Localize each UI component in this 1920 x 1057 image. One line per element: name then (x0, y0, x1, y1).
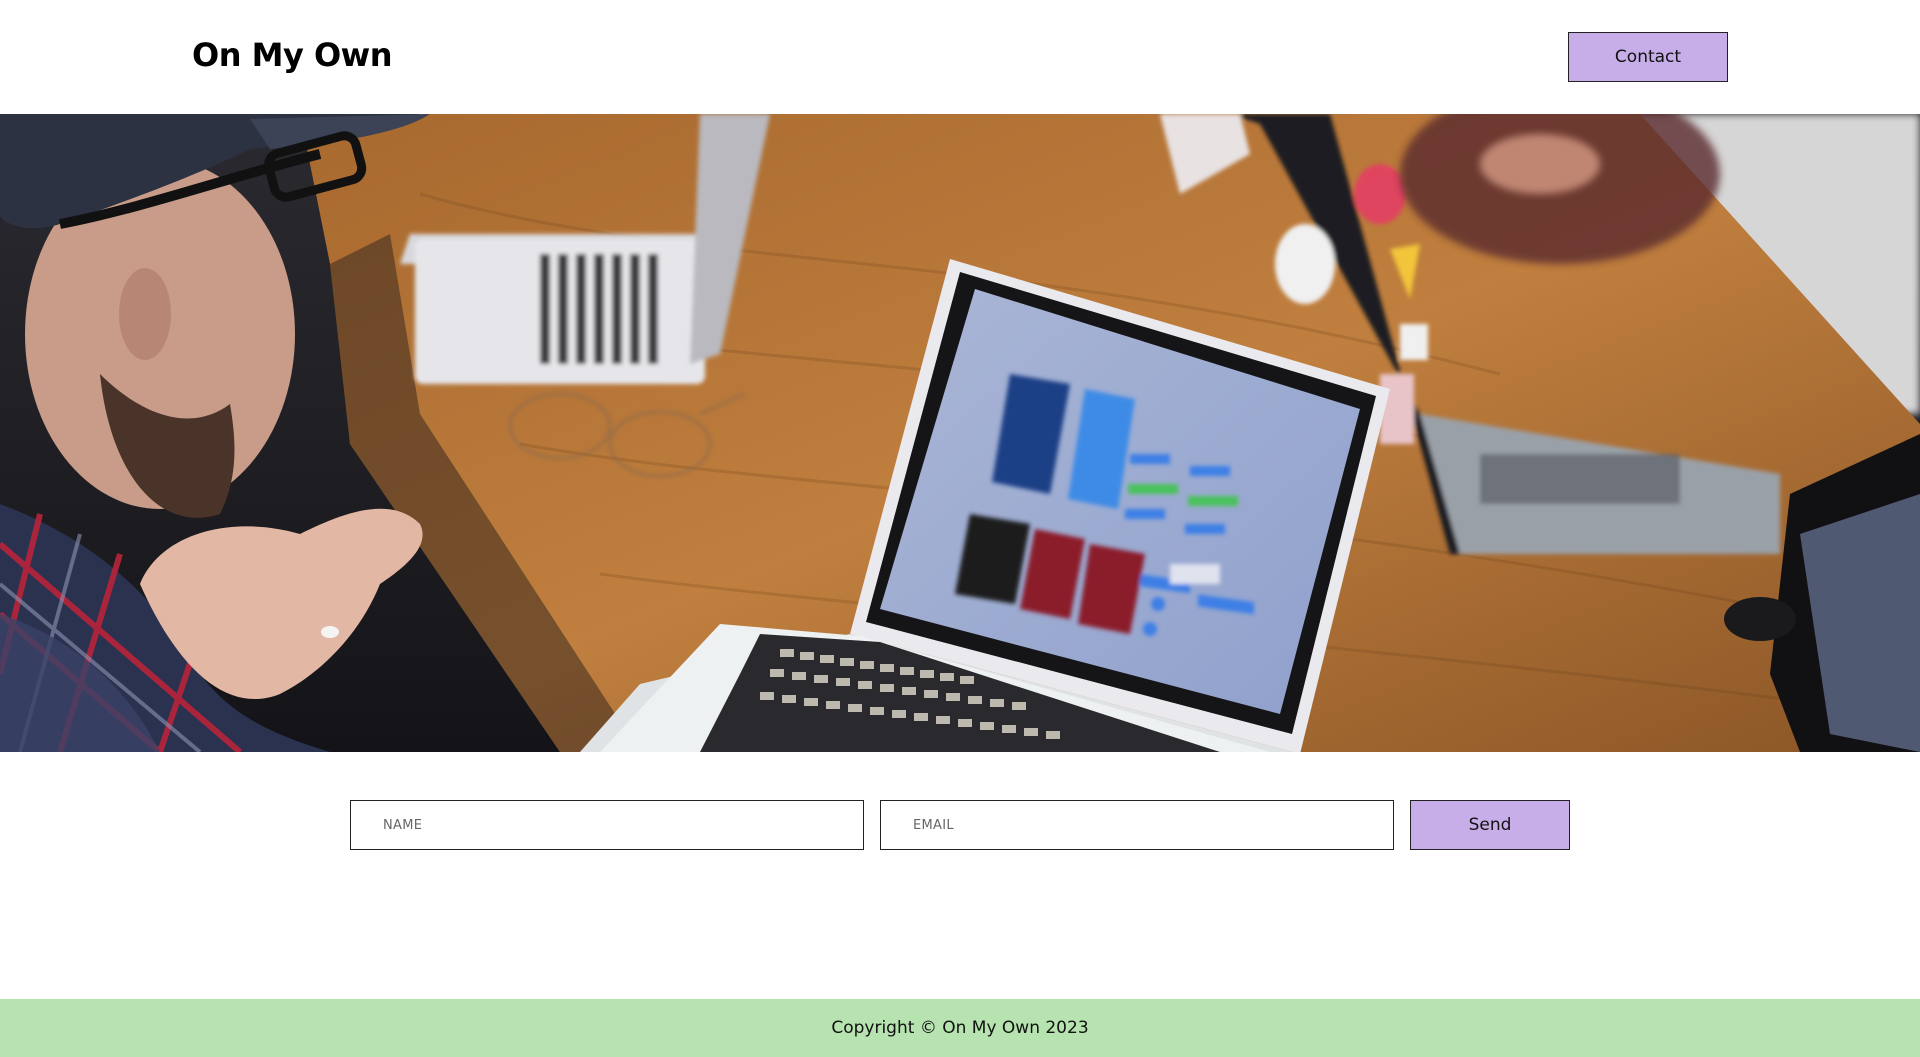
email-input[interactable] (880, 800, 1394, 850)
site-footer: Copyright © On My Own 2023 (0, 999, 1920, 1057)
copyright-text: Copyright © On My Own 2023 (831, 1018, 1089, 1038)
page: On My Own Contact NAME EMAIL Send Copyri… (0, 0, 1920, 1057)
send-button[interactable]: Send (1410, 800, 1570, 850)
site-header: On My Own Contact (0, 0, 1920, 114)
hero-photo (0, 114, 1920, 752)
hero-image (0, 114, 1920, 752)
site-logo[interactable]: On My Own (192, 36, 393, 74)
name-input[interactable] (350, 800, 864, 850)
contact-button[interactable]: Contact (1568, 32, 1728, 82)
contact-form: Send (0, 800, 1920, 850)
